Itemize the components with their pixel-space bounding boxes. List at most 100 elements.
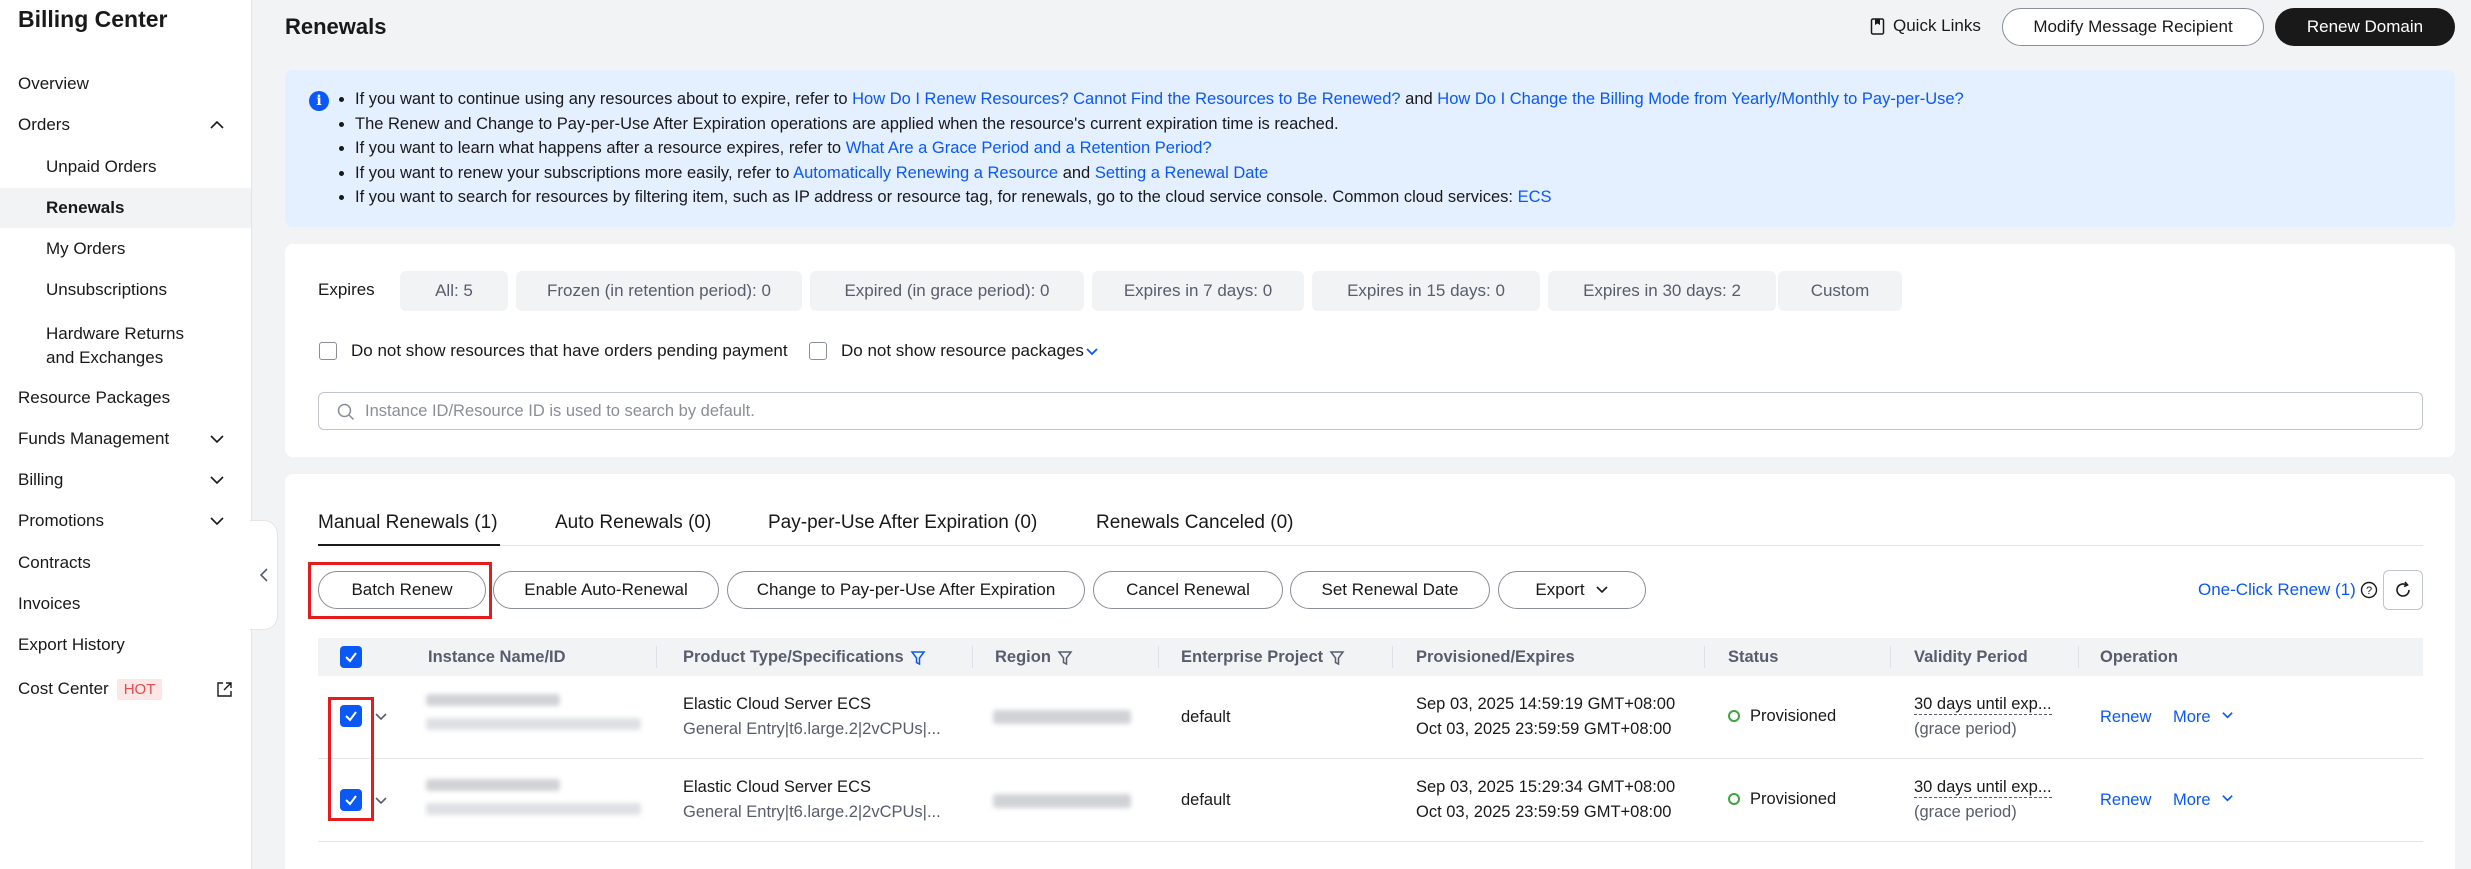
- filter-icon[interactable]: [1329, 650, 1345, 666]
- validity-period[interactable]: 30 days until exp...: [1914, 778, 2052, 798]
- pending-payment-checkbox[interactable]: [319, 342, 337, 360]
- validity-note: (grace period): [1914, 720, 2017, 738]
- renew-link[interactable]: Renew: [2100, 791, 2151, 810]
- sidebar-item-my-orders[interactable]: My Orders: [0, 229, 251, 269]
- column-label: Provisioned/Expires: [1416, 648, 1575, 666]
- enterprise-project: default: [1181, 791, 1231, 809]
- column-operation: Operation: [2100, 648, 2178, 667]
- filter-icon[interactable]: [1057, 650, 1073, 666]
- info-text: If you want to search for resources by f…: [355, 188, 1518, 207]
- column-label: Product Type/Specifications: [683, 648, 904, 666]
- sidebar-item-label: Orders: [18, 115, 70, 134]
- sidebar-item-label: Cost Center: [18, 679, 109, 698]
- modify-message-recipient-button[interactable]: Modify Message Recipient: [2002, 8, 2264, 46]
- status-label: Provisioned: [1750, 790, 1837, 808]
- tab-auto-renewals[interactable]: Auto Renewals (0): [555, 512, 711, 534]
- tab-renewals-canceled[interactable]: Renewals Canceled (0): [1096, 512, 1294, 534]
- one-click-renew-link[interactable]: One-Click Renew (1) ?: [2198, 580, 2378, 600]
- sidebar-collapse-button[interactable]: [250, 520, 278, 630]
- chevron-down-icon: [210, 435, 224, 444]
- filter-chip-expired[interactable]: Expired (in grace period): 0: [810, 271, 1084, 311]
- resource-packages-label: Do not show resource packages: [841, 341, 1084, 360]
- filter-chip-all[interactable]: All: 5: [400, 271, 508, 311]
- set-renewal-date-button[interactable]: Set Renewal Date: [1290, 571, 1490, 609]
- help-icon[interactable]: ?: [2360, 581, 2378, 599]
- sidebar-item-funds-management[interactable]: Funds Management: [0, 419, 251, 459]
- ecs-link[interactable]: ECS: [1518, 188, 1552, 206]
- sidebar-item-hardware-returns[interactable]: Hardware Returns and Exchanges: [46, 322, 184, 370]
- chevron-down-icon[interactable]: [1085, 345, 1099, 359]
- expires-time: Oct 03, 2025 23:59:59 GMT+08:00: [1416, 720, 1672, 738]
- chevron-down-icon: [210, 476, 224, 485]
- validity-period[interactable]: 30 days until exp...: [1914, 695, 2052, 715]
- filter-chip-custom[interactable]: Custom: [1778, 271, 1902, 311]
- sidebar-item-unpaid-orders[interactable]: Unpaid Orders: [0, 147, 251, 187]
- sidebar-item-orders[interactable]: Orders: [0, 105, 251, 145]
- page-title: Renewals: [285, 14, 387, 39]
- filter-chip-15-days[interactable]: Expires in 15 days: 0: [1312, 271, 1540, 311]
- auto-renewing-link[interactable]: Automatically Renewing a Resource: [793, 164, 1058, 182]
- search-placeholder: Instance ID/Resource ID is used to searc…: [365, 402, 755, 420]
- tab-manual-renewals[interactable]: Manual Renewals (1): [318, 512, 498, 534]
- sidebar-item-export-history[interactable]: Export History: [0, 625, 251, 665]
- column-separator: [656, 646, 657, 668]
- expand-row-icon[interactable]: [374, 794, 388, 808]
- export-button[interactable]: Export: [1498, 571, 1646, 609]
- redacted-instance-id: [426, 803, 641, 815]
- grace-period-link[interactable]: What Are a Grace Period and a Retention …: [846, 139, 1212, 157]
- sidebar-item-contracts[interactable]: Contracts: [0, 543, 251, 583]
- sidebar-item-promotions[interactable]: Promotions: [0, 501, 251, 541]
- enterprise-project: default: [1181, 708, 1231, 726]
- more-dropdown[interactable]: More: [2173, 791, 2234, 810]
- sidebar-item-cost-center[interactable]: Cost Center HOT: [0, 669, 251, 709]
- renewal-date-link[interactable]: Setting a Renewal Date: [1095, 164, 1268, 182]
- more-label: More: [2173, 708, 2211, 726]
- column-status: Status: [1728, 648, 1778, 667]
- provisioned-time: Sep 03, 2025 14:59:19 GMT+08:00: [1416, 695, 1676, 713]
- info-line: If you want to learn what happens after …: [355, 136, 1964, 161]
- renew-domain-button[interactable]: Renew Domain: [2275, 8, 2455, 46]
- highlight-box: [328, 697, 374, 821]
- info-line: The Renew and Change to Pay-per-Use Afte…: [355, 112, 1964, 137]
- info-text: If you want to learn what happens after …: [355, 139, 846, 158]
- sidebar-item-label: My Orders: [46, 239, 126, 258]
- renew-link[interactable]: Renew: [2100, 708, 2151, 727]
- filter-icon[interactable]: [910, 650, 926, 666]
- sidebar-item-renewals[interactable]: Renewals: [0, 188, 251, 228]
- sidebar-item-unsubscriptions[interactable]: Unsubscriptions: [0, 270, 251, 310]
- product-spec: General Entry|t6.large.2|2vCPUs|...: [683, 803, 941, 821]
- product-type: Elastic Cloud Server ECS: [683, 778, 871, 796]
- status-provisioned: Provisioned: [1728, 790, 1836, 809]
- select-all-checkbox[interactable]: [340, 646, 362, 668]
- search-input[interactable]: Instance ID/Resource ID is used to searc…: [318, 392, 2423, 430]
- quick-links-button[interactable]: Quick Links: [1870, 16, 1981, 36]
- tab-pay-per-use-after-expiration[interactable]: Pay-per-Use After Expiration (0): [768, 512, 1037, 534]
- enable-auto-renewal-button[interactable]: Enable Auto-Renewal: [493, 571, 719, 609]
- renew-resources-link[interactable]: How Do I Renew Resources? Cannot Find th…: [852, 90, 1400, 108]
- sidebar-item-overview[interactable]: Overview: [0, 64, 251, 104]
- resource-packages-checkbox[interactable]: [809, 342, 827, 360]
- cancel-renewal-button[interactable]: Cancel Renewal: [1093, 571, 1283, 609]
- redacted-region: [993, 710, 1131, 724]
- sidebar-item-label: Hardware Returns: [46, 324, 184, 343]
- expand-row-icon[interactable]: [374, 710, 388, 724]
- sidebar-item-invoices[interactable]: Invoices: [0, 584, 251, 624]
- info-text: If you want to continue using any resour…: [355, 90, 853, 108]
- sidebar-item-label: Funds Management: [18, 429, 170, 448]
- sidebar-item-label: Export History: [18, 635, 125, 654]
- change-billing-mode-link[interactable]: How Do I Change the Billing Mode from Ye…: [1437, 90, 1963, 108]
- sidebar: Billing Center Overview Orders Unpaid Or…: [0, 0, 252, 869]
- more-dropdown[interactable]: More: [2173, 708, 2234, 727]
- filter-chip-30-days[interactable]: Expires in 30 days: 2: [1548, 271, 1776, 311]
- info-icon: i: [309, 91, 329, 111]
- column-label: Validity Period: [1914, 648, 2028, 666]
- column-label: Enterprise Project: [1181, 648, 1324, 666]
- sidebar-item-label: Resource Packages: [18, 388, 171, 407]
- sidebar-item-resource-packages[interactable]: Resource Packages: [0, 378, 251, 418]
- tabs-divider: [318, 545, 2423, 546]
- change-to-pay-per-use-button[interactable]: Change to Pay-per-Use After Expiration: [727, 571, 1085, 609]
- filter-chip-frozen[interactable]: Frozen (in retention period): 0: [516, 271, 802, 311]
- sidebar-item-billing[interactable]: Billing: [0, 460, 251, 500]
- filter-chip-7-days[interactable]: Expires in 7 days: 0: [1092, 271, 1304, 311]
- refresh-button[interactable]: [2383, 570, 2423, 610]
